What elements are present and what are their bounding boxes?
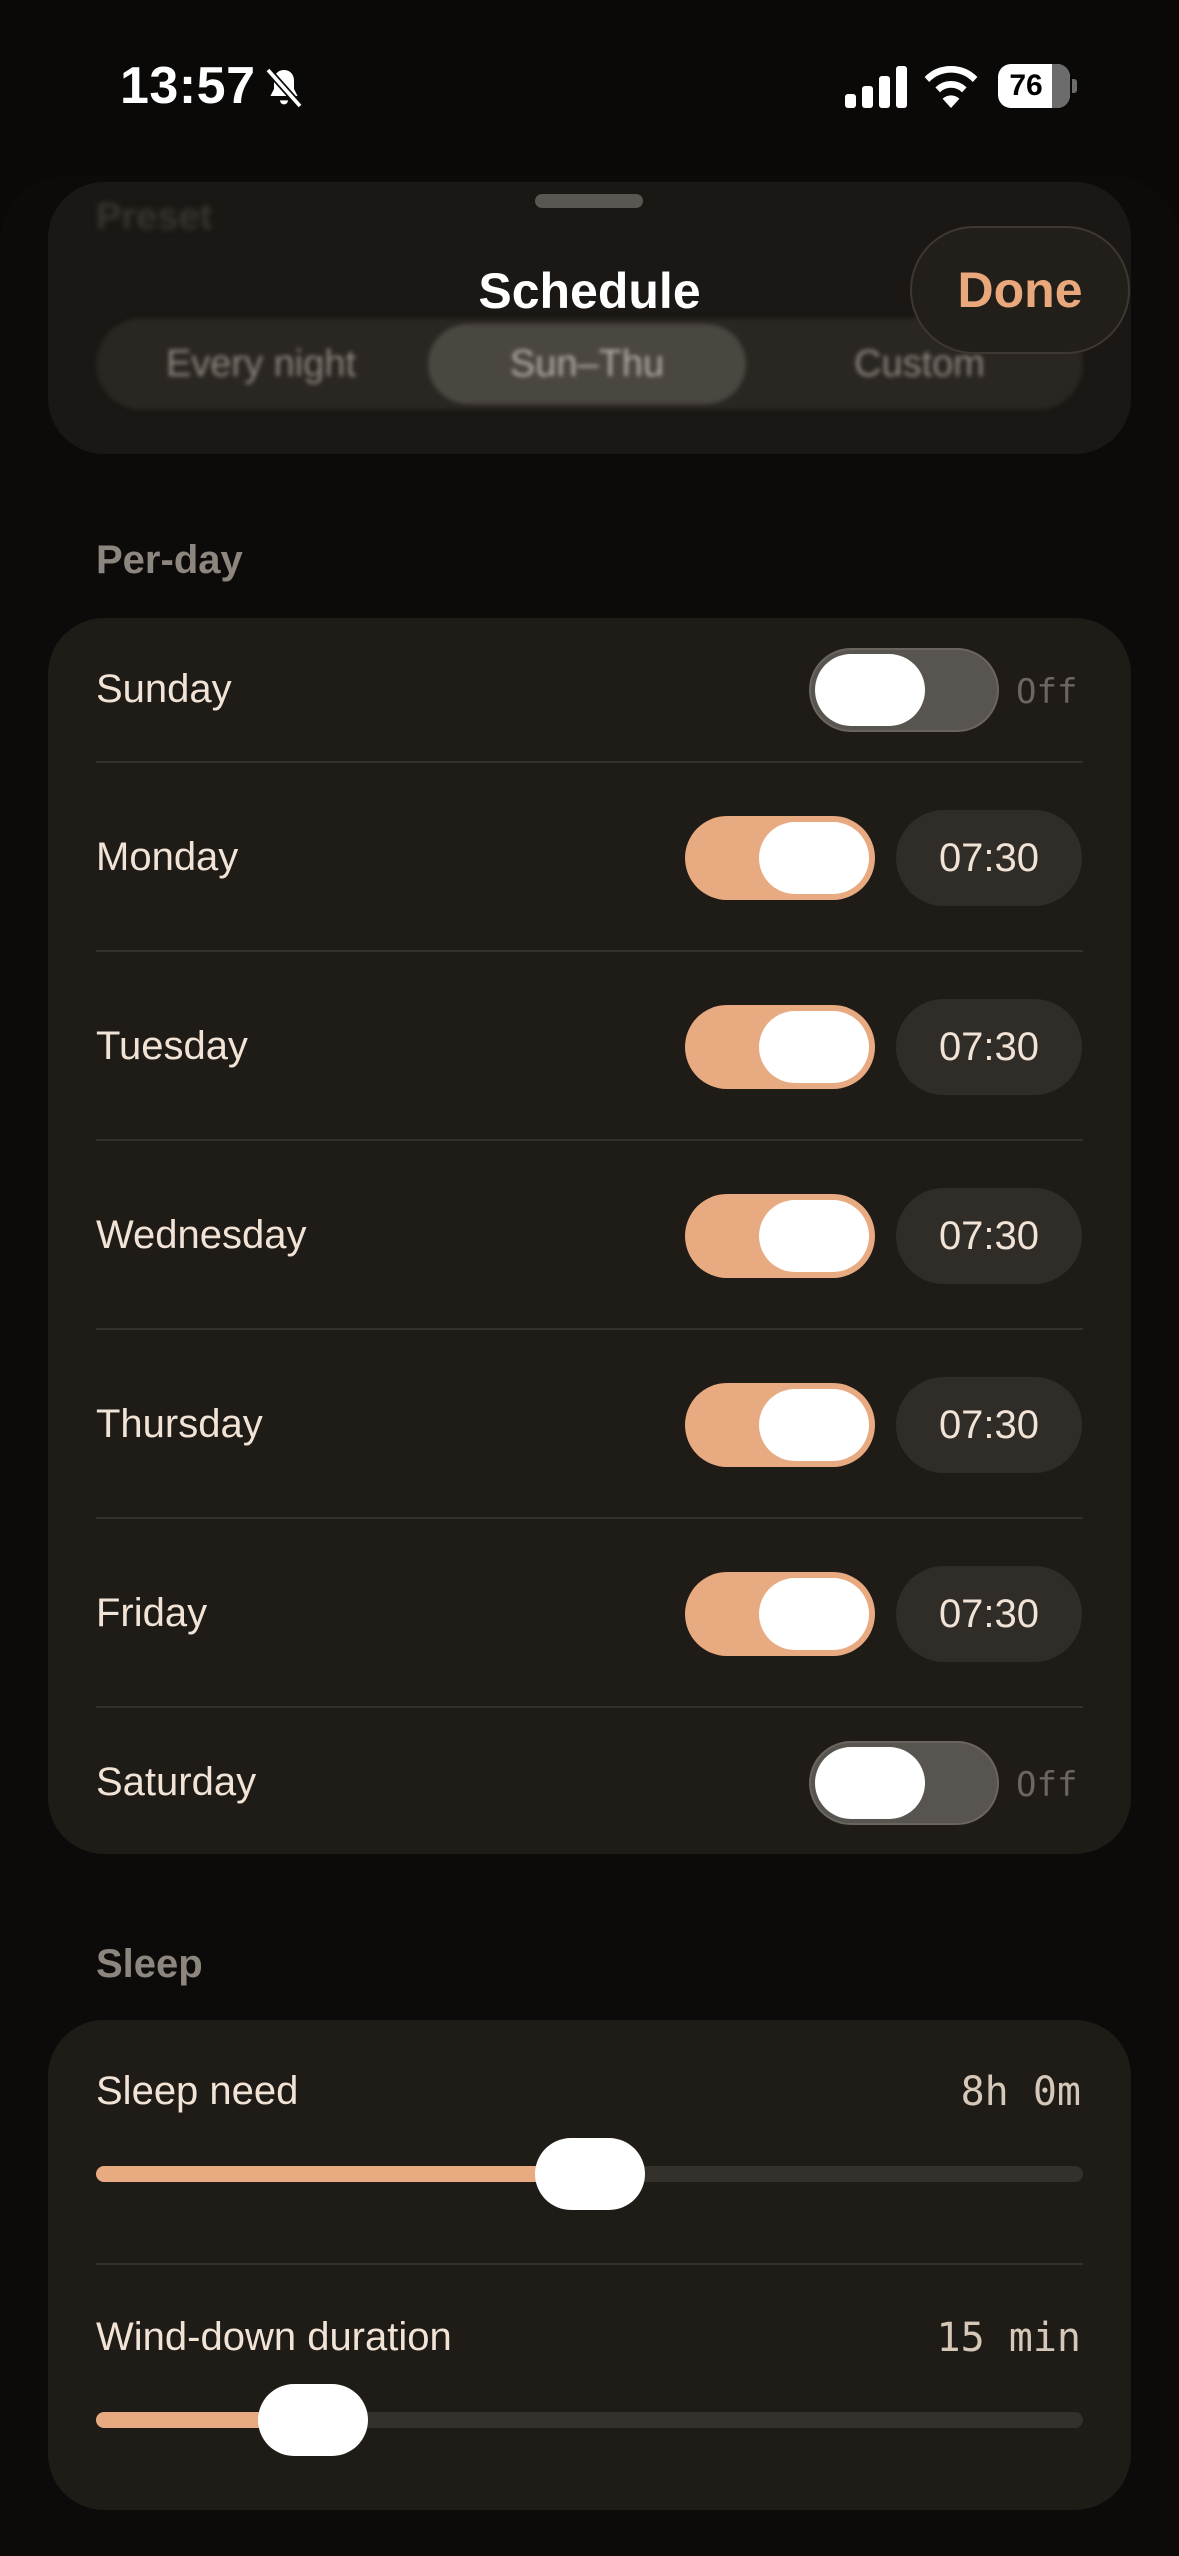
divider <box>96 1139 1083 1141</box>
time-pill-wednesday[interactable]: 07:30 <box>896 1188 1082 1284</box>
battery-icon: 76 <box>998 64 1077 108</box>
day-label-tuesday: Tuesday <box>96 1024 248 1068</box>
segment-every-night[interactable]: Every night <box>96 318 426 410</box>
divider <box>96 1328 1083 1330</box>
cellular-signal-icon <box>845 66 907 108</box>
wind-down-value: 15 min <box>936 2315 1082 2361</box>
sleep-header: Sleep <box>96 1942 203 1986</box>
per-day-header: Per-day <box>96 538 243 582</box>
divider <box>96 2263 1083 2265</box>
day-label-thursday: Thursday <box>96 1402 263 1446</box>
time-pill-monday[interactable]: 07:30 <box>896 810 1082 906</box>
sunday-off-label: Off <box>1016 672 1078 712</box>
done-button[interactable]: Done <box>910 226 1130 354</box>
day-label-wednesday: Wednesday <box>96 1213 307 1257</box>
divider <box>96 1517 1083 1519</box>
time-pill-tuesday[interactable]: 07:30 <box>896 999 1082 1095</box>
sleep-need-label: Sleep need <box>96 2069 299 2113</box>
divider <box>96 761 1083 763</box>
sleep-need-value: 8h 0m <box>960 2069 1081 2115</box>
slider-fill <box>96 2166 590 2182</box>
time-pill-thursday[interactable]: 07:30 <box>896 1377 1082 1473</box>
toggle-monday[interactable] <box>685 816 875 900</box>
toggle-thursday[interactable] <box>685 1383 875 1467</box>
sheet-grabber[interactable] <box>535 194 643 208</box>
toggle-sunday[interactable] <box>809 648 999 732</box>
status-time: 13:57 <box>120 57 256 115</box>
preset-label: Preset <box>96 196 213 238</box>
toggle-friday[interactable] <box>685 1572 875 1656</box>
day-label-saturday: Saturday <box>96 1760 257 1804</box>
wind-down-slider[interactable] <box>96 2412 1083 2428</box>
toggle-tuesday[interactable] <box>685 1005 875 1089</box>
wind-down-slider-thumb[interactable] <box>258 2384 369 2456</box>
battery-percent: 76 <box>1009 69 1043 102</box>
divider <box>96 950 1083 952</box>
bell-slash-icon <box>265 67 303 109</box>
sleep-need-slider-thumb[interactable] <box>534 2138 645 2210</box>
segment-sun-thu[interactable]: Sun–Thu <box>428 318 746 410</box>
time-pill-friday[interactable]: 07:30 <box>896 1566 1082 1662</box>
screen: 13:57 76 Preset Every night Sun–Thu Cust… <box>0 0 1179 2556</box>
toggle-wednesday[interactable] <box>685 1194 875 1278</box>
day-label-monday: Monday <box>96 835 239 879</box>
day-label-sunday: Sunday <box>96 667 232 711</box>
wifi-icon <box>924 65 978 108</box>
saturday-off-label: Off <box>1016 1765 1078 1805</box>
divider <box>96 1706 1083 1708</box>
toggle-saturday[interactable] <box>809 1741 999 1825</box>
wind-down-label: Wind-down duration <box>96 2315 452 2359</box>
day-label-friday: Friday <box>96 1591 208 1635</box>
